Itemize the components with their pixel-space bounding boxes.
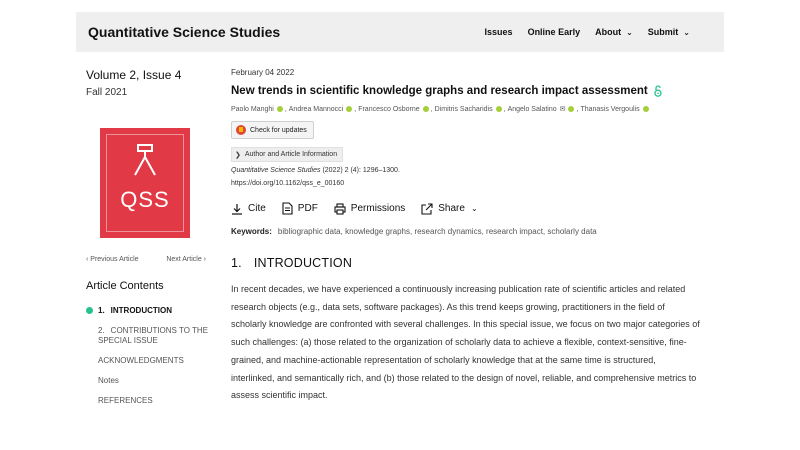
chevron-right-icon: ❯ — [235, 151, 241, 159]
author-link[interactable]: Thanasis Vergoulis — [580, 106, 639, 113]
author-link[interactable]: Andrea Mannocci — [289, 106, 343, 113]
toc-label: Notes — [98, 376, 119, 385]
nav-online-early-label: Online Early — [527, 27, 581, 37]
active-indicator-icon — [86, 307, 93, 314]
citation-journal: Quantitative Science Studies — [231, 167, 321, 174]
chevron-down-icon: ⌄ — [626, 27, 633, 37]
table-of-contents: 1. INTRODUCTION 2. CONTRIBUTIONS TO THE SP… — [86, 306, 216, 416]
toc-number: 1. — [98, 306, 105, 315]
permissions-label: Permissions — [350, 203, 406, 214]
nav-about[interactable]: About ⌄ — [595, 27, 633, 37]
author-separator: , — [284, 105, 287, 113]
orcid-icon[interactable] — [642, 106, 649, 112]
share-button[interactable]: Share ⌄ — [421, 202, 478, 215]
author-link[interactable]: Dimitris Sacharidis — [435, 106, 493, 113]
article-toolbar: Cite PDF Permissions Share ⌄ — [231, 202, 711, 215]
previous-article-link[interactable]: ‹ Previous Article — [86, 256, 139, 263]
author-info-label: Author and Article Information — [244, 151, 338, 158]
toc-item-introduction[interactable]: 1. INTRODUCTION — [86, 306, 216, 316]
issue-season: Fall 2021 — [86, 87, 128, 98]
nav-about-label: About — [595, 27, 622, 37]
section-number: 1. — [231, 256, 242, 270]
toc-number: 2. — [98, 326, 105, 335]
orcid-icon[interactable] — [568, 106, 575, 112]
publication-date: February 04 2022 — [231, 68, 295, 77]
cover-qss-text: QSS — [120, 187, 170, 212]
chevron-down-icon: ⌄ — [683, 27, 690, 37]
author-info-row: ❯ Author and Article Information — [231, 140, 711, 162]
toc-item-acknowledgments[interactable]: ACKNOWLEDGMENTS — [86, 356, 216, 366]
author-separator: , — [503, 105, 506, 113]
author-link[interactable]: Paolo Manghi — [231, 106, 274, 113]
article-title-text: New trends in scientific knowledge graph… — [231, 85, 648, 97]
share-icon — [421, 202, 433, 215]
nav-issues-label: Issues — [484, 27, 513, 37]
nav-submit[interactable]: Submit ⌄ — [648, 27, 690, 37]
article-body-paragraph: In recent decades, we have experienced a… — [231, 284, 700, 401]
article-pagination: ‹ Previous Article Next Article › — [86, 256, 206, 263]
author-info-toggle[interactable]: ❯ Author and Article Information — [231, 147, 344, 162]
download-icon — [232, 203, 242, 215]
section-heading: 1. INTRODUCTION — [231, 256, 711, 270]
author-separator: , — [576, 105, 579, 113]
nav-issues[interactable]: Issues — [485, 27, 513, 37]
cite-button[interactable]: Cite — [231, 203, 266, 215]
check-updates-row: Check for updates — [231, 113, 711, 140]
site-header: Quantitative Science Studies Issues Onli… — [76, 12, 724, 52]
next-article-link[interactable]: Next Article › — [166, 256, 206, 263]
keywords-list: bibliographic data, knowledge graphs, re… — [277, 227, 597, 236]
toc-label: CONTRIBUTIONS TO THE SPECIAL ISSUE — [98, 326, 209, 345]
qss-logo-icon — [134, 144, 156, 176]
permissions-button[interactable]: Permissions — [334, 202, 406, 215]
pdf-icon — [282, 202, 293, 215]
issue-cover-image[interactable]: QSS — [100, 128, 190, 238]
doi-link[interactable]: https://doi.org/10.1162/qss_e_00160 — [231, 180, 711, 187]
section-title: INTRODUCTION — [253, 256, 353, 270]
toc-item-notes[interactable]: Notes — [86, 376, 216, 386]
toc-item-contributions[interactable]: 2. CONTRIBUTIONS TO THE SPECIAL ISSUE — [86, 326, 216, 346]
chevron-down-icon: ⌄ — [470, 204, 478, 213]
keywords-label: Keywords: — [231, 227, 272, 236]
citation-details: (2022) 2 (4): 1296–1300. — [320, 167, 400, 174]
mail-icon[interactable]: ✉ — [560, 105, 566, 113]
main-nav: Issues Online Early About ⌄ Submit ⌄ — [485, 27, 690, 37]
author-separator: , — [430, 105, 433, 113]
previous-article-label: Previous Article — [90, 256, 139, 263]
share-label: Share — [438, 203, 465, 214]
toc-label: ACKNOWLEDGMENTS — [98, 356, 184, 365]
orcid-icon[interactable] — [346, 106, 353, 112]
pdf-button[interactable]: PDF — [282, 202, 318, 215]
issue-info: Volume 2, Issue 4 Fall 2021 — [86, 68, 216, 98]
issue-title[interactable]: Volume 2, Issue 4 — [86, 68, 216, 82]
article-main: February 04 2022 New trends in scientifi… — [231, 68, 711, 405]
toc-item-references[interactable]: REFERENCES — [86, 396, 216, 406]
toc-label: INTRODUCTION — [110, 306, 172, 315]
author-link[interactable]: Angelo Salatino — [508, 106, 557, 113]
author-list: Paolo Manghi, Andrea Mannocci, Francesco… — [231, 105, 711, 113]
article-contents-heading: Article Contents — [86, 280, 164, 292]
site-title[interactable]: Quantitative Science Studies — [88, 24, 280, 40]
orcid-icon[interactable] — [422, 106, 429, 112]
nav-online-early[interactable]: Online Early — [528, 27, 581, 37]
author-link[interactable]: Francesco Osborne — [358, 106, 419, 113]
crossmark-icon — [236, 125, 246, 135]
citation-text: Quantitative Science Studies (2022) 2 (4… — [231, 167, 711, 174]
toc-label: REFERENCES — [98, 396, 153, 405]
cite-label: Cite — [248, 203, 266, 214]
nav-submit-label: Submit — [647, 27, 679, 37]
next-article-label: Next Article — [166, 256, 202, 263]
check-for-updates-label: Check for updates — [250, 126, 307, 134]
author-separator: , — [354, 105, 357, 113]
article-title: New trends in scientific knowledge graph… — [231, 85, 711, 97]
check-for-updates-button[interactable]: Check for updates — [231, 121, 314, 139]
orcid-icon[interactable] — [495, 106, 502, 112]
pdf-label: PDF — [297, 203, 318, 214]
orcid-icon[interactable] — [276, 106, 283, 112]
open-access-icon — [654, 85, 662, 97]
printer-icon — [334, 202, 346, 215]
keywords: Keywords: bibliographic data, knowledge g… — [231, 227, 711, 236]
